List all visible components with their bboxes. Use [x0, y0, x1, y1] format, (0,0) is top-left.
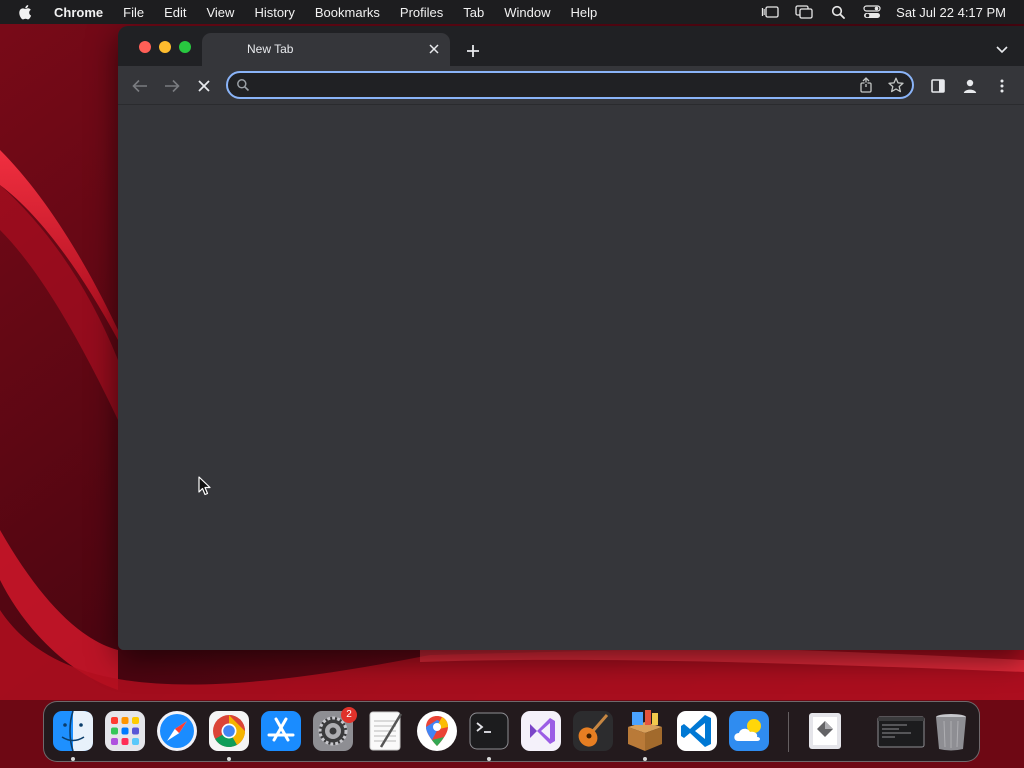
browser-toolbar	[118, 66, 1024, 104]
dock-weather[interactable]	[727, 709, 771, 753]
mouse-cursor-icon	[198, 476, 211, 496]
dock-safari[interactable]	[155, 709, 199, 753]
dock-visual-studio-code[interactable]	[675, 709, 719, 753]
visual-studio-icon	[521, 711, 561, 751]
dock-app-store[interactable]	[259, 709, 303, 753]
dock-system-settings[interactable]: 2	[311, 707, 357, 753]
address-input[interactable]	[258, 75, 822, 97]
chrome-icon	[209, 711, 249, 751]
menu-chrome[interactable]: Chrome	[54, 5, 103, 20]
dock-preview[interactable]	[803, 709, 847, 753]
tab-title: New Tab	[247, 42, 294, 56]
dock-google-chrome[interactable]	[207, 709, 251, 753]
dock-unarchiver[interactable]	[623, 709, 667, 753]
running-indicator	[643, 757, 647, 761]
bookmark-star-icon[interactable]	[888, 77, 904, 93]
control-center-icon[interactable]	[862, 3, 882, 21]
side-panel-button[interactable]	[926, 74, 950, 98]
dock-terminal[interactable]	[467, 709, 511, 753]
menu-help[interactable]: Help	[571, 5, 598, 20]
menu-window[interactable]: Window	[504, 5, 550, 20]
window-thumbnail-icon	[877, 716, 925, 748]
map-pin-icon	[417, 711, 457, 751]
launchpad-icon	[105, 711, 145, 751]
terminal-icon	[469, 712, 509, 750]
search-icon	[237, 79, 250, 92]
running-indicator	[227, 757, 231, 761]
screen-mirroring-icon[interactable]	[794, 3, 814, 21]
dock-garageband[interactable]	[571, 709, 615, 753]
spotlight-icon[interactable]	[828, 3, 848, 21]
dock-textedit[interactable]	[363, 709, 407, 753]
finder-icon	[53, 710, 93, 752]
menu-bar: Chrome File Edit View History Bookmarks …	[0, 0, 1024, 24]
dock-finder[interactable]	[51, 709, 95, 753]
textedit-icon	[369, 711, 403, 751]
dock: 2	[43, 701, 980, 762]
tab-new-tab[interactable]: New Tab	[202, 33, 450, 66]
close-window-button[interactable]	[139, 41, 151, 53]
menu-view[interactable]: View	[206, 5, 234, 20]
arrow-left-icon	[132, 79, 147, 93]
menu-file[interactable]: File	[123, 5, 144, 20]
arrow-right-icon	[165, 79, 180, 93]
menu-edit[interactable]: Edit	[164, 5, 186, 20]
stop-x-icon	[198, 80, 210, 92]
guitar-icon	[573, 711, 613, 751]
running-indicator	[71, 757, 75, 761]
back-button[interactable]	[128, 74, 152, 98]
safari-compass-icon	[157, 711, 197, 751]
profile-button[interactable]	[958, 74, 982, 98]
tab-strip: New Tab	[118, 26, 1024, 66]
side-panel-icon	[931, 79, 945, 93]
notification-badge: 2	[341, 707, 357, 723]
stage-manager-icon[interactable]	[760, 3, 780, 21]
chrome-menu-button[interactable]	[990, 74, 1014, 98]
forward-button[interactable]	[160, 74, 184, 98]
more-vertical-icon	[1000, 79, 1004, 93]
weather-cloud-icon	[729, 711, 769, 751]
menubar-status-area: Sat Jul 22 4:17 PM	[760, 0, 1024, 24]
dock-separator	[788, 712, 789, 752]
menu-tab[interactable]: Tab	[463, 5, 484, 20]
preview-icon	[809, 713, 841, 749]
share-icon[interactable]	[858, 77, 874, 93]
minimize-window-button[interactable]	[159, 41, 171, 53]
page-content	[118, 104, 1024, 650]
dock-google-maps[interactable]	[415, 709, 459, 753]
browser-window: New Tab	[118, 26, 1024, 650]
dock-visual-studio[interactable]	[519, 709, 563, 753]
menu-profiles[interactable]: Profiles	[400, 5, 443, 20]
menubar-clock[interactable]: Sat Jul 22 4:17 PM	[896, 5, 1006, 20]
tab-search-button[interactable]	[992, 40, 1012, 60]
close-tab-icon[interactable]	[426, 41, 442, 57]
apple-menu-icon[interactable]	[18, 3, 36, 21]
plus-icon	[467, 45, 479, 57]
vscode-icon	[677, 711, 717, 751]
stop-loading-button[interactable]	[192, 74, 216, 98]
running-indicator	[487, 757, 491, 761]
chevron-down-icon	[996, 46, 1008, 54]
box-archive-icon	[628, 710, 662, 751]
menu-bookmarks[interactable]: Bookmarks	[315, 5, 380, 20]
fullscreen-window-button[interactable]	[179, 41, 191, 53]
dock-minimized-window[interactable]	[877, 709, 925, 753]
address-bar[interactable]	[226, 71, 914, 99]
new-tab-button[interactable]	[462, 40, 484, 62]
menu-history[interactable]: History	[254, 5, 294, 20]
app-store-icon	[261, 711, 301, 751]
dock-launchpad[interactable]	[103, 709, 147, 753]
trash-icon	[936, 714, 966, 751]
profile-avatar-icon	[963, 79, 977, 93]
dock-trash[interactable]	[929, 709, 973, 753]
